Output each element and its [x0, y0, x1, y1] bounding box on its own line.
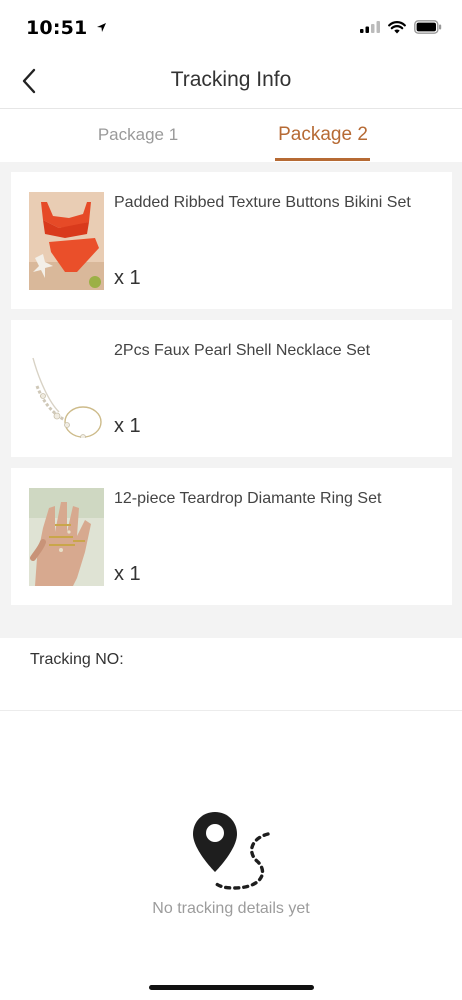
status-time: 10:51	[26, 17, 107, 39]
list-item[interactable]: Padded Ribbed Texture Buttons Bikini Set…	[11, 172, 452, 309]
status-icons	[360, 20, 442, 34]
item-title: Padded Ribbed Texture Buttons Bikini Set	[114, 194, 411, 211]
item-quantity: x 1	[114, 267, 141, 289]
item-thumbnail	[29, 192, 104, 290]
map-pin-route-icon	[193, 812, 270, 890]
active-tab-indicator	[275, 158, 370, 161]
battery-icon	[414, 20, 442, 34]
shell-necklace-photo	[29, 340, 104, 438]
empty-state-message: No tracking details yet	[152, 900, 310, 917]
tab-package-2[interactable]: Package 2	[264, 124, 382, 146]
signal-icon	[360, 21, 380, 33]
page-title: Tracking Info	[170, 68, 292, 91]
item-title: 12-piece Teardrop Diamante Ring Set	[114, 490, 382, 507]
list-item[interactable]: 2Pcs Faux Pearl Shell Necklace Set x 1	[11, 320, 452, 457]
item-quantity: x 1	[114, 415, 141, 437]
list-item[interactable]: 12-piece Teardrop Diamante Ring Set x 1	[11, 468, 452, 605]
item-thumbnail	[29, 340, 104, 438]
item-thumbnail	[29, 488, 104, 586]
tab-package-1[interactable]: Package 1	[88, 125, 188, 145]
item-quantity: x 1	[114, 563, 141, 585]
item-title: 2Pcs Faux Pearl Shell Necklace Set	[114, 342, 371, 359]
ring-set-photo	[29, 488, 104, 586]
home-indicator	[149, 985, 314, 990]
package-tabs: Package 1 Package 2	[0, 110, 462, 162]
wifi-icon	[388, 20, 406, 33]
location-arrow-icon	[97, 23, 107, 32]
red-bikini-photo	[29, 192, 104, 290]
tracking-number-row: Tracking NO:	[0, 638, 462, 711]
status-bar: 10:51	[0, 0, 462, 54]
tracking-number-label: Tracking NO:	[30, 651, 124, 668]
nav-bar: Tracking Info	[0, 54, 462, 109]
